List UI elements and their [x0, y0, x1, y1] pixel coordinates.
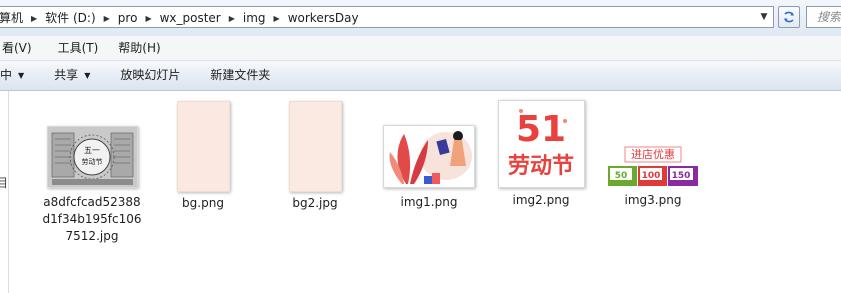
thumbnail-container — [379, 104, 479, 188]
burn-button[interactable]: 共享 ▼ — [54, 61, 90, 90]
thumbnail-container — [153, 100, 253, 192]
file-name: bg2.jpg — [292, 196, 338, 210]
file-thumbnail-sketch: 五一 劳动节 — [46, 126, 138, 188]
refresh-icon — [784, 11, 794, 23]
breadcrumb: 算机 ▶ 软件 (D:) ▶ pro ▶ wx_poster ▶ img ▶ w… — [0, 10, 365, 26]
labor-day-image: 51 劳动节 — [507, 109, 574, 179]
breadcrumb-img[interactable]: img — [237, 10, 272, 26]
file-name: img1.png — [400, 195, 458, 209]
leaf-figure-image — [389, 131, 472, 184]
thumbnail-container — [265, 100, 365, 192]
file-item-img2-png[interactable]: 51 劳动节 img2.png — [491, 100, 591, 209]
nav-item-label[interactable]: 目 — [0, 174, 8, 191]
new-folder-label: 新建文件夹 — [210, 68, 271, 82]
menu-view[interactable]: 看(V) — [0, 36, 38, 60]
address-row: 算机 ▶ 软件 (D:) ▶ pro ▶ wx_poster ▶ img ▶ w… — [0, 0, 841, 37]
file-thumbnail-bg — [176, 101, 230, 192]
menu-bar: 看(V) 工具(T) 帮助(H) — [0, 36, 841, 61]
menu-tools[interactable]: 工具(T) — [52, 36, 105, 60]
coupons-image: 进店优惠 50 100 150 — [608, 146, 698, 186]
file-thumbnail-bg2 — [288, 101, 342, 192]
chevron-down-icon: ▼ — [18, 71, 25, 80]
file-item-bg2-jpg[interactable]: bg2.jpg — [265, 100, 365, 212]
address-bar[interactable]: 算机 ▶ 软件 (D:) ▶ pro ▶ wx_poster ▶ img ▶ w… — [0, 6, 774, 28]
coupon-100-text: 100 — [642, 171, 661, 181]
coupon-150-text: 150 — [672, 171, 691, 181]
file-name-line: 7512.jpg — [65, 229, 119, 243]
navigation-pane[interactable]: 目 — [0, 91, 9, 293]
share-with-button[interactable]: 中 ▼ — [0, 61, 24, 90]
file-list[interactable]: 五一 劳动节 a8dfcfcad52388 d1f34b195fc106 751… — [9, 91, 841, 293]
thumbnail-container: 51 劳动节 — [491, 100, 591, 188]
breadcrumb-pro[interactable]: pro — [112, 10, 144, 26]
img2-title-text: 劳动节 — [507, 153, 573, 179]
img3-banner-text: 进店优惠 — [631, 147, 675, 161]
file-thumbnail-img2: 51 劳动节 — [497, 100, 585, 188]
breadcrumb-arrow-icon[interactable]: ▶ — [102, 14, 112, 23]
thumbnail-container: 五一 劳动节 — [42, 104, 142, 188]
slideshow-label: 放映幻灯片 — [120, 68, 181, 82]
breadcrumb-arrow-icon[interactable]: ▶ — [29, 14, 39, 23]
file-thumbnail-img3: 进店优惠 50 100 150 — [607, 146, 699, 188]
file-thumbnail-img1 — [383, 125, 475, 188]
file-item-bg-png[interactable]: bg.png — [153, 100, 253, 212]
sketch-title-line2: 劳动节 — [81, 157, 102, 166]
chevron-down-icon[interactable]: ▼ — [756, 8, 772, 26]
thumbnail-container: 进店优惠 50 100 150 — [603, 104, 703, 188]
refresh-button[interactable] — [778, 6, 800, 28]
breadcrumb-arrow-icon[interactable]: ▶ — [227, 14, 237, 23]
file-name-line: d1f34b195fc106 — [42, 212, 142, 226]
command-bar: 中 ▼ 共享 ▼ 放映幻灯片 新建文件夹 — [0, 61, 841, 91]
slideshow-button[interactable]: 放映幻灯片 — [120, 61, 180, 90]
menu-help[interactable]: 帮助(H) — [112, 36, 166, 60]
file-name: img3.png — [624, 193, 682, 207]
coupon-50-text: 50 — [615, 171, 628, 181]
burn-label: 共享 — [54, 68, 79, 82]
sketch-image: 五一 劳动节 — [47, 127, 137, 187]
breadcrumb-drive-d[interactable]: 软件 (D:) — [39, 10, 101, 26]
breadcrumb-arrow-icon[interactable]: ▶ — [272, 14, 282, 23]
new-folder-button[interactable]: 新建文件夹 — [210, 61, 270, 90]
sketch-title-line1: 五一 — [84, 146, 100, 155]
search-input[interactable]: 搜索 — [806, 6, 841, 28]
file-item-img3-png[interactable]: 进店优惠 50 100 150 img3.png — [603, 104, 703, 209]
file-name: bg.png — [182, 196, 224, 210]
breadcrumb-wx-poster[interactable]: wx_poster — [154, 10, 227, 26]
share-with-label: 中 — [0, 68, 13, 82]
file-name: img2.png — [512, 193, 570, 207]
img2-number-text: 51 — [515, 109, 565, 150]
file-item-sketch-jpg[interactable]: 五一 劳动节 a8dfcfcad52388 d1f34b195fc106 751… — [42, 104, 142, 245]
breadcrumb-arrow-icon[interactable]: ▶ — [143, 14, 153, 23]
chevron-down-icon: ▼ — [84, 71, 91, 80]
file-name: a8dfcfcad52388 d1f34b195fc106 7512.jpg — [42, 194, 142, 245]
breadcrumb-computer[interactable]: 算机 — [0, 10, 29, 26]
breadcrumb-workersday[interactable]: workersDay — [282, 10, 365, 26]
file-item-img1-png[interactable]: img1.png — [379, 104, 479, 211]
file-name-line: a8dfcfcad52388 — [43, 195, 141, 209]
